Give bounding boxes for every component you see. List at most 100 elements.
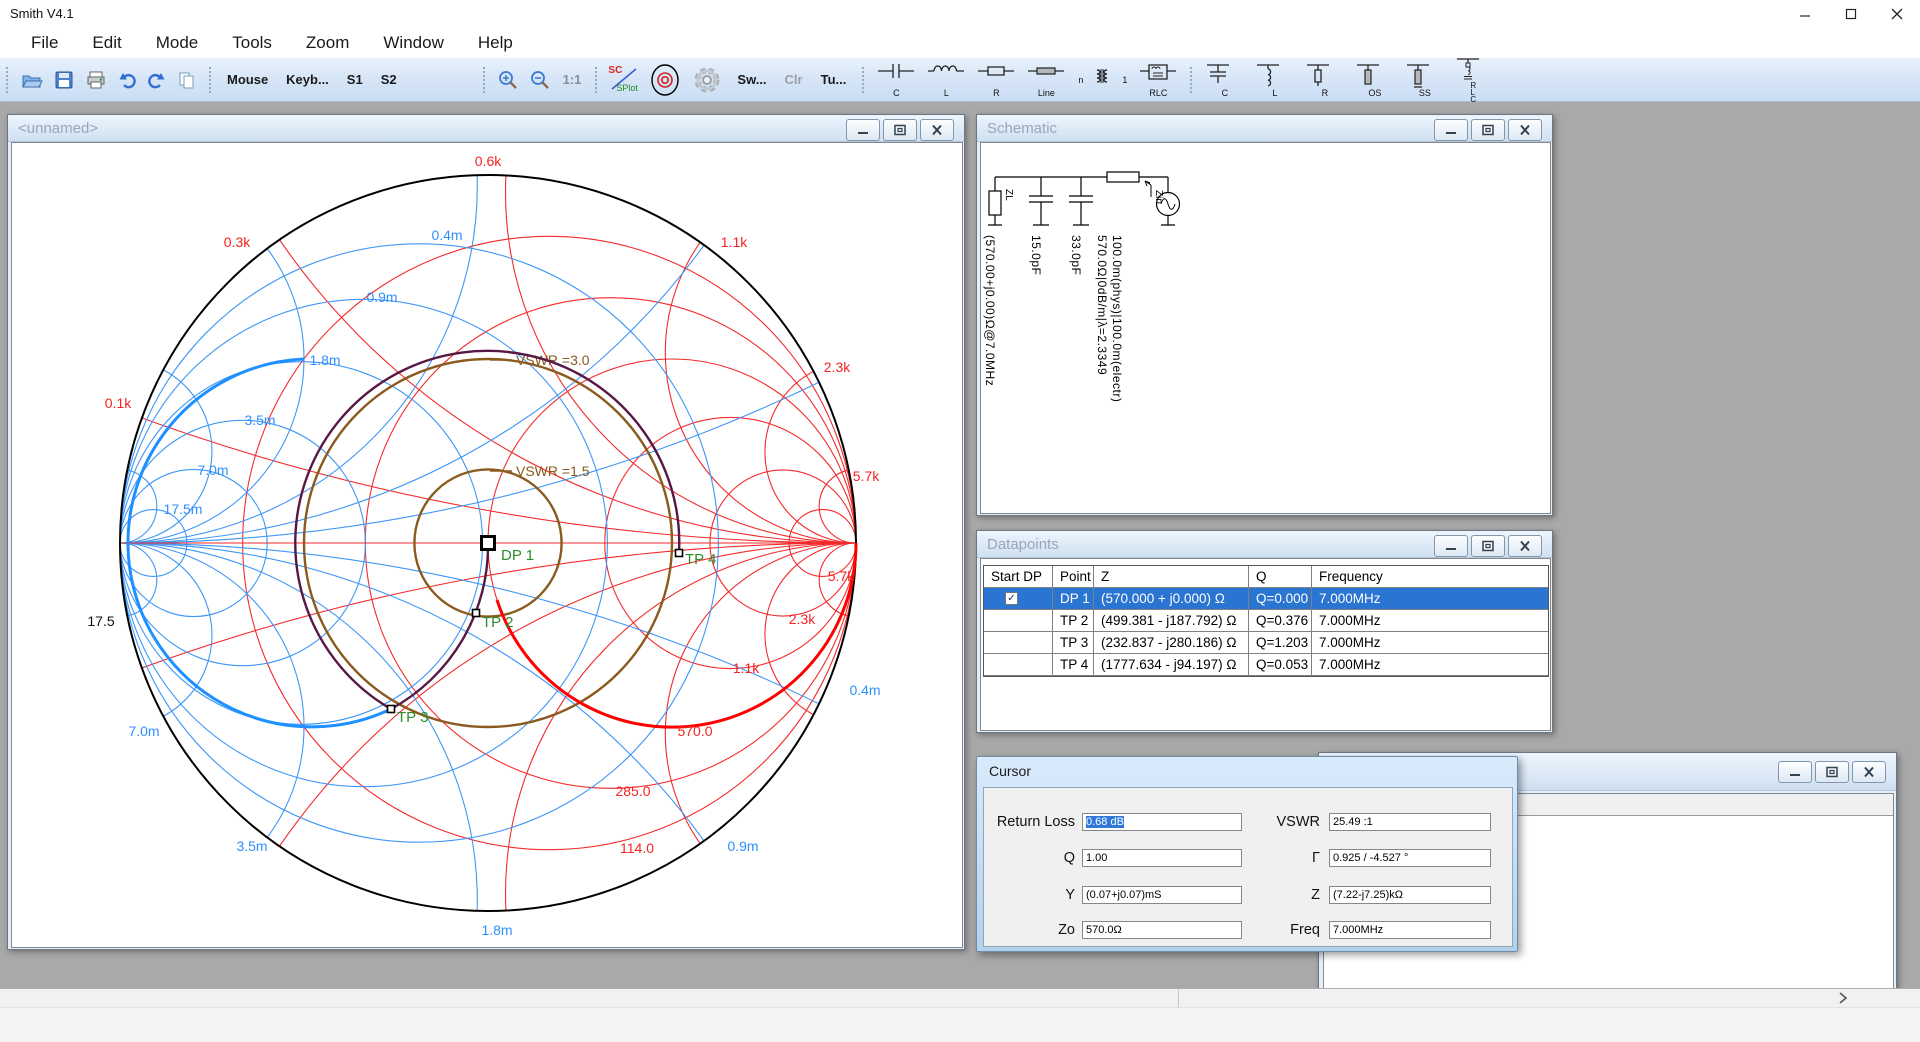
zo-field[interactable]: 570.0Ω bbox=[1082, 921, 1242, 939]
schematic-canvas[interactable]: ZL Zin (570.00+j0.00)Ω@7.0MHz15.0pF33.0p… bbox=[980, 142, 1551, 514]
start-dp-cell[interactable] bbox=[984, 610, 1053, 632]
component-series-c-button[interactable]: C bbox=[874, 61, 918, 99]
start-dp-cell[interactable] bbox=[984, 632, 1053, 654]
open-button[interactable] bbox=[18, 70, 46, 90]
maximize-button[interactable] bbox=[1828, 0, 1874, 28]
s2-button[interactable]: S2 bbox=[375, 72, 403, 87]
schematic-zin-arrow bbox=[1145, 181, 1151, 197]
datapoint-marker-dp1[interactable] bbox=[482, 537, 495, 550]
column-header: Z bbox=[1094, 566, 1249, 588]
table-row[interactable]: TP 4(1777.634 - j94.197) ΩQ=0.0537.000MH… bbox=[984, 654, 1548, 676]
datapoints-window-buttons-close-button[interactable] bbox=[1508, 535, 1542, 557]
schematic-window-buttons-maximize-button[interactable] bbox=[1471, 119, 1505, 141]
tune-button[interactable]: Tu... bbox=[815, 72, 853, 87]
datapoints-window-buttons-maximize-button[interactable] bbox=[1471, 535, 1505, 557]
sweep-button[interactable]: Sw... bbox=[731, 72, 772, 87]
minimize-icon bbox=[1799, 8, 1811, 20]
menu-item-mode[interactable]: Mode bbox=[139, 33, 216, 53]
chart-grid-label: 2.3k bbox=[824, 359, 851, 375]
smith-chart-canvas[interactable]: VSWR =3.0VSWR =1.50.6k0.4m0.3k0.9m1.1k1.… bbox=[11, 142, 963, 948]
smith-window-titlebar[interactable]: <unnamed> bbox=[8, 115, 964, 142]
menu-item-window[interactable]: Window bbox=[366, 33, 460, 53]
background-window-buttons-maximize-button[interactable] bbox=[1815, 761, 1849, 783]
menu-item-zoom[interactable]: Zoom bbox=[289, 33, 366, 53]
zoom-in-button[interactable] bbox=[495, 69, 521, 91]
chart-grid-label: 7.0m bbox=[128, 723, 159, 739]
background-window-buttons-minimize-button[interactable] bbox=[1778, 761, 1812, 783]
datapoint-marker-tp2[interactable] bbox=[473, 610, 480, 617]
start-dp-checkbox[interactable]: ✓ bbox=[1005, 592, 1018, 605]
shunt-ss-icon bbox=[1405, 62, 1443, 88]
redo-button[interactable] bbox=[145, 70, 169, 90]
datapoints-window-buttons-minimize-button[interactable] bbox=[1434, 535, 1468, 557]
zoom-out-button[interactable] bbox=[527, 69, 553, 91]
menu-item-edit[interactable]: Edit bbox=[75, 33, 138, 53]
table-row[interactable]: TP 3(232.837 - j280.186) ΩQ=1.2037.000MH… bbox=[984, 632, 1548, 654]
freq-label: Freq bbox=[1230, 922, 1320, 938]
start-dp-cell[interactable] bbox=[984, 654, 1053, 676]
component-series-line-button[interactable]: Line bbox=[1024, 61, 1068, 99]
component-series-l-button[interactable]: L bbox=[924, 61, 968, 99]
horizontal-scrollbar[interactable] bbox=[0, 988, 1920, 1007]
s1-button[interactable]: S1 bbox=[341, 72, 369, 87]
target-button[interactable] bbox=[647, 63, 683, 97]
statusbar bbox=[0, 1007, 1920, 1042]
component-series-rlc-button[interactable]: RLC bbox=[1136, 61, 1180, 99]
cursor-window: Cursor Return Loss0.68 dBQ1.00Y(0.07+j0.… bbox=[976, 756, 1518, 952]
schematic-window-buttons-minimize-button[interactable] bbox=[1434, 119, 1468, 141]
smith-window-buttons-minimize-button[interactable] bbox=[846, 119, 880, 141]
maximize-icon bbox=[1481, 124, 1495, 136]
column-header: Frequency bbox=[1312, 566, 1548, 588]
schematic-window-title: Schematic bbox=[977, 120, 1057, 137]
smith-chart[interactable]: VSWR =3.0VSWR =1.50.6k0.4m0.3k0.9m1.1k1.… bbox=[12, 143, 964, 949]
minimize-button[interactable] bbox=[1782, 0, 1828, 28]
z-field[interactable]: (7.22-j7.25)kΩ bbox=[1329, 886, 1491, 904]
component-shunt-rlc-button[interactable]: RLC bbox=[1452, 55, 1496, 104]
datapoint-marker-tp3[interactable] bbox=[388, 706, 395, 713]
component-transformer-button[interactable]: n1 bbox=[1074, 66, 1130, 94]
point-cell: DP 1 bbox=[1053, 588, 1094, 610]
settings-button[interactable] bbox=[689, 64, 725, 96]
schematic-load-resistor bbox=[989, 191, 1001, 215]
undo-icon bbox=[118, 71, 136, 89]
save-button[interactable] bbox=[52, 70, 77, 90]
component-shunt-c-button[interactable]: C bbox=[1202, 61, 1246, 99]
q-cell: Q=0.053 bbox=[1249, 654, 1312, 676]
schematic-cap2 bbox=[1069, 177, 1093, 225]
table-row[interactable]: TP 2(499.381 - j187.792) ΩQ=0.3767.000MH… bbox=[984, 610, 1548, 632]
component-shunt-r-button[interactable]: R bbox=[1302, 61, 1346, 99]
undo-button[interactable] bbox=[115, 70, 139, 90]
y-field[interactable]: (0.07+j0.07)mS bbox=[1082, 886, 1242, 904]
q-field[interactable]: 1.00 bbox=[1082, 849, 1242, 867]
clear-button[interactable]: Clr bbox=[779, 72, 809, 87]
datapoint-marker-tp4[interactable] bbox=[676, 550, 683, 557]
sc-splot-button[interactable]: SC SPlot bbox=[607, 65, 641, 95]
menu-item-file[interactable]: File bbox=[14, 33, 75, 53]
column-header: Point bbox=[1053, 566, 1094, 588]
component-shunt-l-button[interactable]: L bbox=[1252, 61, 1296, 99]
smith-window-buttons-maximize-button[interactable] bbox=[883, 119, 917, 141]
start-dp-cell[interactable]: ✓ bbox=[984, 588, 1053, 610]
menu-item-tools[interactable]: Tools bbox=[215, 33, 289, 53]
scroll-right-icon[interactable] bbox=[1838, 992, 1848, 1004]
menu-item-help[interactable]: Help bbox=[461, 33, 530, 53]
component-shunt-ss-button[interactable]: SS bbox=[1402, 61, 1446, 99]
γ-field[interactable]: 0.925 / -4.527 ° bbox=[1329, 849, 1491, 867]
maximize-icon bbox=[1481, 540, 1495, 552]
print-button[interactable] bbox=[83, 70, 109, 90]
background-window-buttons-close-button[interactable] bbox=[1852, 761, 1886, 783]
return-loss-field[interactable]: 0.68 dB bbox=[1082, 813, 1242, 831]
zoom-one-to-one-button[interactable]: 1:1 bbox=[559, 72, 586, 87]
freq-field[interactable]: 7.000MHz bbox=[1329, 921, 1491, 939]
copy-button[interactable] bbox=[175, 70, 199, 90]
keyboard-button[interactable]: Keyb... bbox=[280, 72, 335, 87]
schematic-window-buttons-close-button[interactable] bbox=[1508, 119, 1542, 141]
field-value: 570.0Ω bbox=[1086, 924, 1122, 936]
component-shunt-os-button[interactable]: OS bbox=[1352, 61, 1396, 99]
table-row[interactable]: ✓DP 1(570.000 + j0.000) ΩQ=0.0007.000MHz bbox=[984, 588, 1548, 610]
vswr-field[interactable]: 25.49 :1 bbox=[1329, 813, 1491, 831]
component-series-r-button[interactable]: R bbox=[974, 61, 1018, 99]
mouse-button[interactable]: Mouse bbox=[221, 72, 274, 87]
smith-window-buttons-close-button[interactable] bbox=[920, 119, 954, 141]
close-button[interactable] bbox=[1874, 0, 1920, 28]
